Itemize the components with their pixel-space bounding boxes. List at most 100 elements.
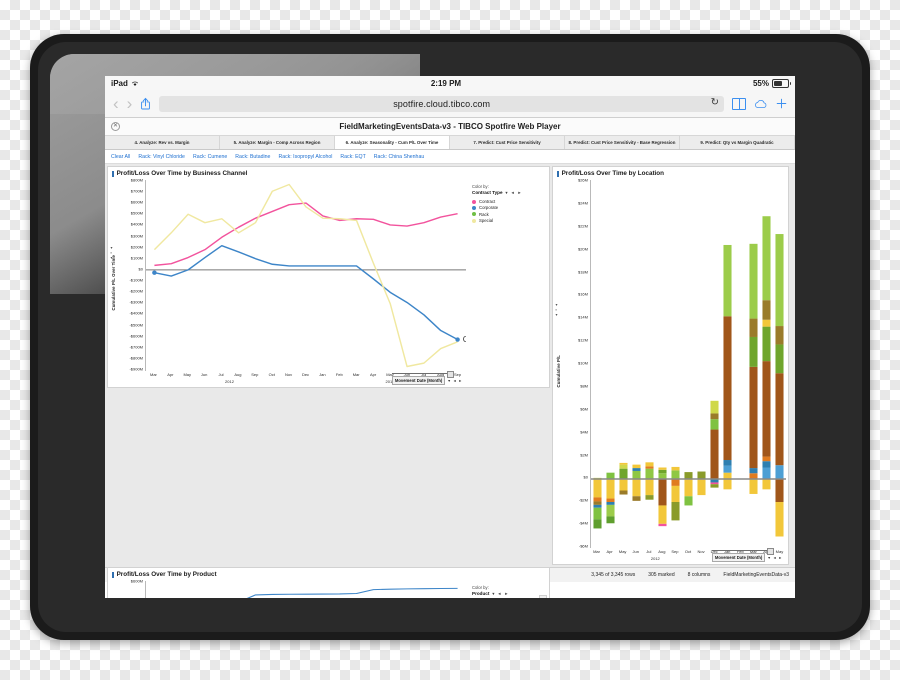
filter-rack-eqt[interactable]: Rack: EQT bbox=[340, 154, 365, 160]
reload-icon[interactable]: ↻ bbox=[711, 97, 719, 108]
date-slider-control[interactable]: Movement Date (Month) ▼ ◄ ► bbox=[391, 371, 462, 385]
close-circle-icon[interactable]: ✕ bbox=[111, 122, 120, 131]
prev-icon[interactable]: ◄ bbox=[773, 556, 777, 560]
y-tick-label: $6M bbox=[580, 406, 588, 412]
wifi-icon bbox=[131, 80, 139, 87]
legend-swatch bbox=[472, 205, 476, 210]
plot-wrapper: $800M $700M $600M $500M $400M $300M $200M $100M… bbox=[119, 178, 468, 387]
slider-field-label[interactable]: Movement Date (Month) bbox=[711, 553, 766, 562]
next-icon[interactable]: ► bbox=[778, 556, 782, 560]
y-tick-label: $10M bbox=[577, 360, 588, 366]
tab-analyze-rev-vs-margin[interactable]: 4. Analyze: Rev vs. Margin bbox=[105, 136, 220, 149]
panel-title: Profit/Loss Over Time by Business Channe… bbox=[108, 167, 549, 178]
x-axis-year-label: 2012 bbox=[225, 379, 234, 384]
chart-canvas bbox=[590, 180, 786, 548]
y-tick-label: $24M bbox=[577, 200, 588, 206]
legend-item-label: Rack bbox=[479, 211, 489, 217]
tab-predict-qty-vs-margin-quadratic[interactable]: 9. Predict: Qty vs Margin Quadratic bbox=[680, 136, 795, 149]
legend-column-selector[interactable]: Product ▾ ◄ ► bbox=[472, 591, 546, 596]
date-slider-control[interactable]: Movement Date (Month) ▼ ◄ ► bbox=[711, 548, 782, 562]
scroll-up-icon[interactable]: ▴ bbox=[540, 596, 546, 598]
panel-body: ▾ ▪ ▾ Cumulative P/L $26M $24M $22M $20M $18M $… bbox=[553, 178, 788, 564]
cloud-icon[interactable] bbox=[754, 99, 768, 109]
legend-item[interactable]: Rack bbox=[472, 212, 546, 217]
next-icon[interactable]: ► bbox=[518, 190, 522, 195]
x-tick-label: Jun bbox=[632, 549, 639, 554]
prev-icon[interactable]: ◄ bbox=[453, 379, 457, 383]
panel-title: Profit/Loss Over Time by Location bbox=[553, 167, 788, 178]
url-bar[interactable]: spotfire.cloud.tibco.com ↻ bbox=[159, 95, 724, 112]
status-dataset: FieldMarketingEventsData-v3 bbox=[723, 572, 789, 578]
filter-clear-all[interactable]: Clear All bbox=[111, 154, 130, 160]
filter-rack-butadine[interactable]: Rack: Butadine bbox=[235, 154, 270, 160]
filter-rack-vinyl-chloride[interactable]: Rack: Vinyl Chloride bbox=[138, 154, 185, 160]
axis-menu-icon[interactable]: ▾ ▪ ▾ bbox=[556, 302, 558, 317]
legend-item[interactable]: Special bbox=[472, 218, 546, 223]
filter-rack-isopropyl-alcohol[interactable]: Rack: Isopropyl Alcohol bbox=[278, 154, 332, 160]
panel-profit-loss-by-location: Profit/Loss Over Time by Location ▾ ▪ ▾ Cu… bbox=[552, 166, 789, 565]
legend-column-selector[interactable]: Contract Type ▾ ◄ ► bbox=[472, 190, 546, 195]
legend-column-name: Product bbox=[472, 591, 490, 596]
browser-toolbar: ‹ › spotfire.cloud.tibco.com ↻ bbox=[105, 90, 795, 118]
x-tick-label: Aug bbox=[658, 549, 666, 554]
legend-swatch bbox=[472, 212, 476, 217]
y-tick-label: $800M bbox=[130, 178, 143, 183]
x-tick-label: Apr bbox=[606, 549, 613, 554]
y-tick-labels: $800M $700M $600M $500M $400M $300M $200M $100M… bbox=[119, 178, 145, 372]
y-tick-label: $400M bbox=[131, 597, 143, 598]
tab-predict-cust-price-sensitivity[interactable]: 7. Predict: Cust Price Sensitivity bbox=[450, 136, 565, 149]
y-tick-label: $2M bbox=[580, 452, 588, 457]
tab-analyze-seasonality-cum-pl-over-time[interactable]: 6. Analyze: Seasonality - Cum P/L Over T… bbox=[335, 136, 450, 149]
y-tick-label: $18M bbox=[577, 269, 588, 274]
chevron-down-icon[interactable]: ▼ bbox=[767, 556, 771, 560]
slider-thumb[interactable] bbox=[766, 548, 774, 555]
next-icon[interactable]: ► bbox=[458, 379, 462, 383]
y-tick-label: $100M bbox=[130, 255, 143, 261]
y-tick-label: -$2M bbox=[578, 497, 588, 503]
x-tick-label: Apr bbox=[369, 372, 377, 377]
panel-body: ▾▪▾ Cumulative P/L Over Time $600M$400M$… bbox=[108, 579, 549, 598]
back-icon[interactable]: ‹ bbox=[113, 95, 119, 112]
prev-icon[interactable]: ◄ bbox=[497, 591, 501, 596]
status-right: 55% bbox=[753, 78, 791, 88]
chevron-down-icon[interactable]: ▾ bbox=[492, 591, 494, 596]
slider-field-label[interactable]: Movement Date (Month) bbox=[391, 376, 446, 385]
plot-wrapper: $26M $24M $22M $20M $18M $16M $14M $12M $10M $8M $… bbox=[564, 178, 788, 564]
y-tick-label: $16M bbox=[577, 291, 588, 297]
next-icon[interactable]: ► bbox=[504, 591, 508, 596]
y-axis-label-column: ▾▪▾ Cumulative P/L Over Time bbox=[108, 178, 119, 387]
x-tick-label: Dec bbox=[301, 372, 310, 377]
filter-rack-cumene[interactable]: Rack: Cumene bbox=[193, 154, 227, 160]
share-upload-icon[interactable] bbox=[140, 97, 151, 110]
tab-analyze-margin-comp-across-region[interactable]: 5. Analyze: Margin - Comp Across Region bbox=[220, 136, 335, 149]
slider-track[interactable] bbox=[391, 371, 454, 378]
y-tick-label: $0 bbox=[583, 474, 588, 480]
book-icon[interactable] bbox=[732, 97, 746, 110]
x-tick-label: Jun bbox=[200, 372, 208, 377]
legend-column-name: Contract Type bbox=[472, 190, 503, 195]
y-tick-label: $400M bbox=[130, 221, 143, 227]
x-tick-label: Apr bbox=[167, 372, 174, 377]
title-accent-bar bbox=[557, 170, 559, 177]
chevron-down-icon[interactable]: ▾ bbox=[506, 190, 508, 195]
plus-icon[interactable] bbox=[776, 98, 787, 109]
legend-item[interactable]: Contract bbox=[472, 199, 546, 204]
x-tick-label: Jul bbox=[218, 372, 224, 377]
plot-wrapper: $600M$400M$200M$0-$200M-$400M-$600M-$800… bbox=[119, 579, 468, 598]
filter-rack-china-shenhau[interactable]: Rack: China Shenhau bbox=[374, 154, 424, 160]
battery-icon bbox=[772, 78, 791, 88]
legend-color-by-label: Color by: bbox=[472, 184, 489, 189]
slider-thumb[interactable] bbox=[446, 371, 454, 378]
legend-item[interactable]: Corporate bbox=[472, 205, 546, 210]
tab-predict-cust-price-sensitivity-base-regression[interactable]: 8. Predict: Cust Price Sensitivity - Bas… bbox=[565, 136, 680, 149]
slider-track[interactable] bbox=[711, 548, 774, 555]
prev-icon[interactable]: ◄ bbox=[511, 190, 515, 195]
y-tick-label: -$200M bbox=[129, 288, 143, 294]
plot-area: $26M $24M $22M $20M $18M $16M $14M $12M $10M $8M $… bbox=[564, 178, 788, 549]
legend-scrollbar[interactable]: ▴ ▾ bbox=[539, 595, 547, 598]
chevron-down-icon[interactable]: ▼ bbox=[447, 379, 451, 383]
legend-product: Color by: Product ▾ ◄ ► AcrylonitrileAdi… bbox=[468, 579, 549, 598]
forward-icon[interactable]: › bbox=[127, 95, 133, 112]
tablet-screen: iPad 2:19 PM 55% ‹ › spotfire.cloud.tibc… bbox=[105, 76, 795, 598]
panel-title-text: Profit/Loss Over Time by Location bbox=[561, 170, 664, 177]
